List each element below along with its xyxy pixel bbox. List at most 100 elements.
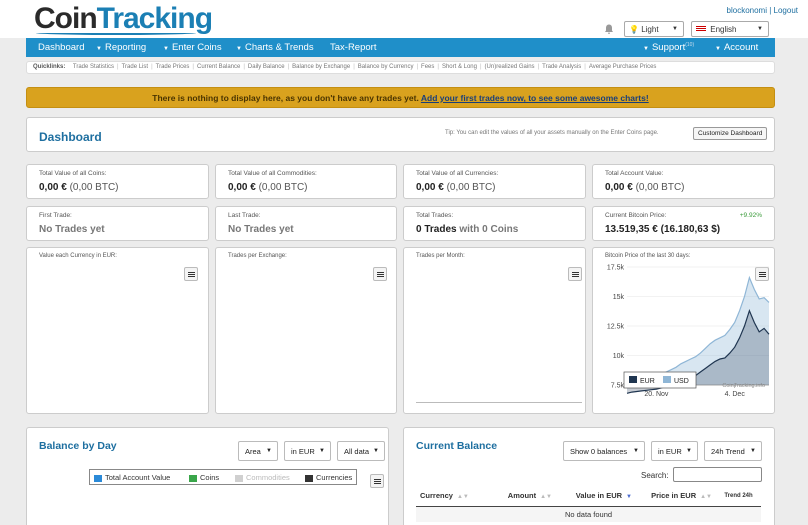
lightbulb-icon: 💡 bbox=[629, 25, 639, 34]
quicklink-trade-statistics[interactable]: Trade Statistics bbox=[73, 64, 114, 70]
stat-commodities: Total Value of all Commodities: 0,00 € (… bbox=[215, 164, 397, 199]
legend-label-eur: EUR bbox=[640, 378, 655, 385]
hamburger-menu-icon[interactable] bbox=[370, 474, 384, 488]
empty-message: No data found bbox=[416, 506, 761, 522]
quicklink-fees[interactable]: Fees bbox=[421, 64, 434, 70]
sort-icon: ▲▼ bbox=[700, 494, 712, 501]
separator: | bbox=[117, 64, 119, 70]
chart-trades-month: Trades per Month: bbox=[403, 247, 586, 414]
caret-down-icon: ▼ bbox=[643, 46, 649, 53]
page-title: Dashboard bbox=[39, 130, 102, 144]
chart-currency-value: Value each Currency in EUR: bbox=[26, 247, 209, 414]
quicklink-balance-by-exchange[interactable]: Balance by Exchange bbox=[292, 64, 350, 70]
separator: | bbox=[243, 64, 245, 70]
hamburger-menu-icon[interactable] bbox=[184, 267, 198, 281]
chevron-down-icon: ▼ bbox=[686, 448, 692, 454]
theme-select[interactable]: 💡 Light ▼ bbox=[624, 21, 684, 37]
nav-reporting[interactable]: ▼ Reporting bbox=[96, 42, 146, 53]
nav-support[interactable]: ▼ Support(10) bbox=[643, 42, 694, 53]
separator: | bbox=[537, 64, 540, 70]
logout-link[interactable]: Logout bbox=[774, 6, 798, 15]
col-value[interactable]: Value in EUR ▼ bbox=[556, 486, 636, 507]
nav-charts-trends[interactable]: ▼ Charts & Trends bbox=[236, 42, 314, 53]
logo-swoosh bbox=[36, 31, 196, 35]
separator: | bbox=[584, 64, 586, 70]
chevron-down-icon: ▼ bbox=[266, 448, 272, 454]
currency-select[interactable]: in EUR ▼ bbox=[284, 441, 331, 461]
col-currency[interactable]: Currency ▲▼ bbox=[416, 486, 486, 507]
x-tick-label: 20. Nov bbox=[644, 391, 669, 398]
main-nav: Dashboard ▼ Reporting ▼ Enter Coins ▼ Chart… bbox=[26, 38, 775, 57]
legend-swatch bbox=[305, 474, 313, 482]
current-balance-title: Current Balance bbox=[416, 440, 498, 452]
currency-select[interactable]: in EUR ▼ bbox=[651, 441, 698, 461]
col-amount[interactable]: Amount ▲▼ bbox=[486, 486, 556, 507]
chart-baseline bbox=[416, 402, 582, 403]
range-select[interactable]: All data ▼ bbox=[337, 441, 385, 461]
legend-total[interactable]: Total Account Value bbox=[94, 473, 170, 482]
show-zero-balances-select[interactable]: Show 0 balances ▼ bbox=[563, 441, 645, 461]
separator: | bbox=[353, 64, 355, 70]
caret-down-icon: ▼ bbox=[96, 46, 102, 52]
legend-swatch bbox=[189, 474, 197, 482]
chart-credit: CoinTracking.info bbox=[722, 383, 765, 389]
nav-enter-coins[interactable]: ▼ Enter Coins bbox=[163, 42, 222, 53]
legend-swatch bbox=[663, 376, 671, 383]
legend-commodities[interactable]: Commodities bbox=[235, 473, 290, 482]
nav-tax-report[interactable]: Tax-Report bbox=[330, 42, 376, 53]
separator: | bbox=[192, 64, 194, 70]
table-row: No data found bbox=[416, 506, 761, 522]
quicklink-average-purchase-prices[interactable]: Average Purchase Prices bbox=[589, 64, 657, 70]
customize-dashboard-button[interactable]: Customize Dashboard bbox=[693, 127, 768, 140]
hamburger-menu-icon[interactable] bbox=[568, 267, 582, 281]
quicklinks-bar: Quicklinks: Trade Statistics | Trade List |… bbox=[26, 61, 775, 74]
quicklink-current-balance[interactable]: Current Balance bbox=[197, 64, 240, 70]
no-trades-alert: There is nothing to display here, as you… bbox=[26, 87, 775, 108]
quicklink-trade-list[interactable]: Trade List bbox=[122, 64, 148, 70]
username-link[interactable]: blockonomi bbox=[727, 6, 767, 15]
col-trend[interactable]: Trend 24h bbox=[716, 486, 761, 507]
quicklink-un-realized-gains[interactable]: (Un)realized Gains bbox=[485, 64, 535, 70]
chart-trades-exchange: Trades per Exchange: bbox=[215, 247, 397, 414]
quicklink-balance-by-currency[interactable]: Balance by Currency bbox=[358, 64, 414, 70]
quicklink-short-long[interactable]: Short & Long bbox=[442, 64, 477, 70]
legend-currencies[interactable]: Currencies bbox=[305, 473, 352, 482]
balance-by-day-title: Balance by Day bbox=[39, 440, 117, 452]
separator: | bbox=[416, 64, 419, 70]
trend-select[interactable]: 24h Trend ▼ bbox=[704, 441, 762, 461]
caret-down-icon: ▼ bbox=[236, 46, 242, 52]
col-price[interactable]: Price in EUR ▲▼ bbox=[636, 486, 716, 507]
y-tick-label: 7.5k bbox=[611, 383, 625, 390]
chevron-down-icon: ▼ bbox=[319, 448, 325, 454]
add-trades-link[interactable]: Add your first trades now, to see some a… bbox=[421, 93, 649, 103]
legend-coins[interactable]: Coins bbox=[189, 473, 219, 482]
tip-text: Tip: You can edit the values of all your… bbox=[445, 130, 659, 136]
quicklink-trade-prices[interactable]: Trade Prices bbox=[156, 64, 190, 70]
stat-first-trade: First Trade: No Trades yet bbox=[26, 206, 209, 241]
quicklink-trade-analysis[interactable]: Trade Analysis bbox=[542, 64, 581, 70]
y-tick-label: 15k bbox=[613, 294, 625, 301]
caret-down-icon: ▼ bbox=[163, 46, 169, 52]
chart-type-select[interactable]: Area ▼ bbox=[238, 441, 278, 461]
x-tick-label: 4. Dec bbox=[725, 391, 746, 398]
stat-coins: Total Value of all Coins: 0,00 € (0,00 B… bbox=[26, 164, 209, 199]
separator: | bbox=[151, 64, 153, 70]
sort-icon: ▲▼ bbox=[456, 494, 469, 501]
nav-account[interactable]: ▼ Account bbox=[715, 42, 758, 53]
search-label: Search: bbox=[641, 471, 669, 480]
nav-dashboard[interactable]: Dashboard bbox=[38, 42, 84, 53]
legend-swatch bbox=[629, 376, 637, 383]
y-tick-label: 10k bbox=[613, 353, 625, 360]
separator: | bbox=[479, 64, 482, 70]
caret-down-icon: ▼ bbox=[715, 46, 721, 52]
language-select[interactable]: English ▼ bbox=[691, 21, 769, 37]
hamburger-menu-icon[interactable] bbox=[373, 267, 387, 281]
stat-total-trades: Total Trades: 0 Trades with 0 Coins bbox=[403, 206, 586, 241]
quicklink-daily-balance[interactable]: Daily Balance bbox=[248, 64, 285, 70]
bell-icon[interactable] bbox=[604, 24, 614, 34]
dashboard-header-panel: Dashboard Tip: You can edit the values o… bbox=[26, 117, 775, 152]
current-balance-table: Currency ▲▼ Amount ▲▼ Value in EUR ▼ Price … bbox=[416, 486, 761, 522]
chevron-down-icon: ▼ bbox=[750, 448, 756, 454]
search-input[interactable] bbox=[673, 467, 762, 482]
sort-desc-icon: ▼ bbox=[626, 494, 632, 501]
